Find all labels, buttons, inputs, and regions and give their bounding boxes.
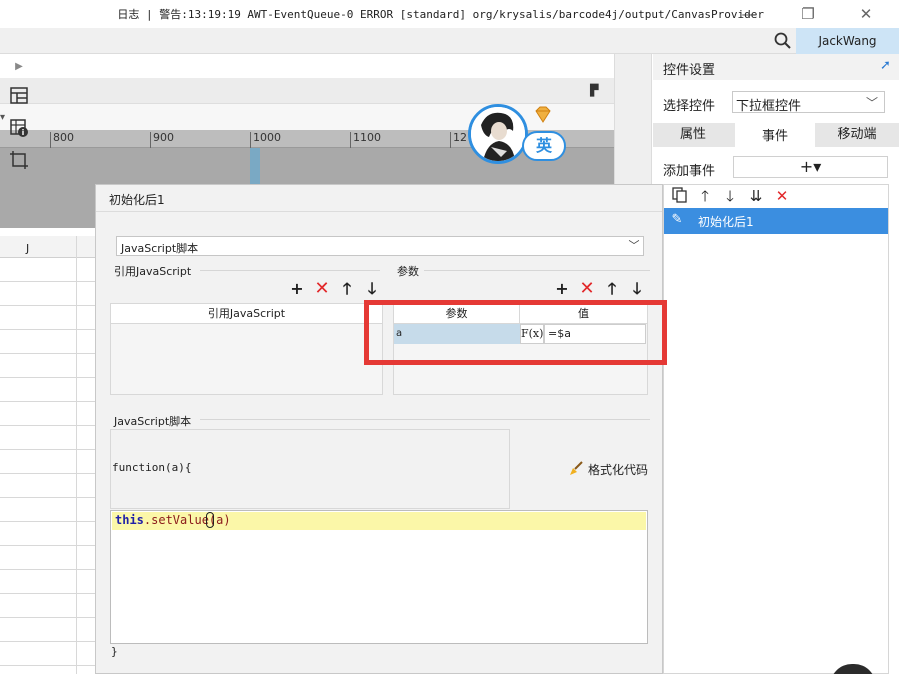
info-grid-icon[interactable] — [8, 117, 30, 139]
event-list — [663, 184, 889, 674]
divider — [96, 211, 662, 212]
grid-line — [0, 569, 100, 570]
search-icon[interactable] — [773, 31, 793, 51]
move-down-icon[interactable]: 🡓 — [363, 280, 381, 298]
log-bar — [0, 28, 899, 54]
widget-select-value: 下拉框控件 — [736, 99, 802, 114]
chevron-down-icon[interactable]: ﹀ — [625, 237, 643, 255]
grid-line — [0, 473, 100, 474]
panel-title: 控件设置 — [663, 63, 716, 78]
ruler-tick: 1000 — [250, 132, 281, 148]
broom-icon[interactable] — [568, 461, 584, 477]
avatar[interactable] — [468, 104, 528, 164]
grid-line — [0, 281, 100, 282]
divider — [424, 270, 650, 271]
move-down-icon[interactable]: 🡓 — [628, 280, 646, 298]
select-widget-label: 选择控件 — [663, 99, 716, 114]
divider — [200, 419, 650, 420]
grid-line — [0, 353, 100, 354]
code-rest: .setValue(a) — [143, 513, 231, 527]
event-item-label: 初始化后1 — [698, 215, 754, 229]
delete-icon[interactable]: ✕ — [313, 280, 331, 298]
table-layout-icon[interactable] — [8, 85, 30, 107]
code-keyword: this — [115, 513, 144, 527]
grid-line — [0, 305, 100, 306]
move-up-icon[interactable]: 🡑 — [695, 186, 715, 206]
copy-icon[interactable] — [670, 186, 690, 206]
ref-js-column-header: 引用JavaScript — [111, 304, 382, 324]
grid-line — [0, 521, 100, 522]
tool-strip — [0, 78, 614, 104]
script-section-label: JavaScript脚本 — [114, 415, 192, 428]
edit-icon[interactable]: ✎ — [668, 212, 686, 230]
restore-icon[interactable]: ❐ — [798, 4, 818, 24]
spreadsheet-grid[interactable] — [0, 236, 100, 674]
ruler-tick: 800 — [50, 132, 74, 148]
input-language-badge[interactable]: 英 — [522, 131, 566, 161]
grid-line — [0, 593, 100, 594]
function-signature: function(a){ — [112, 461, 192, 474]
user-name[interactable]: JackWang — [796, 28, 899, 54]
column-label: J — [26, 242, 30, 255]
ruler-tick: 12 — [450, 132, 467, 148]
grid-line — [0, 377, 100, 378]
script-type-value: JavaScript脚本 — [121, 242, 199, 255]
add-event-button[interactable]: +▾ — [733, 156, 888, 178]
add-icon[interactable]: + — [553, 280, 571, 298]
ref-js-section-label: 引用JavaScript — [114, 265, 192, 278]
grid-line — [0, 617, 100, 618]
add-event-label: 添加事件 — [663, 164, 716, 179]
selection-marker — [250, 148, 260, 184]
move-up-icon[interactable]: 🡑 — [603, 280, 621, 298]
divider — [200, 270, 380, 271]
grid-line — [0, 545, 100, 546]
diamond-icon — [533, 106, 553, 124]
tab-mobile[interactable]: 移动端 — [817, 123, 897, 147]
tab-events[interactable]: 事件 — [735, 123, 815, 147]
grid-line — [0, 329, 100, 330]
dropdown-arrow-icon[interactable]: ▾ — [0, 112, 5, 123]
grid-line — [0, 425, 100, 426]
pin-icon[interactable]: ➚ — [880, 58, 891, 73]
crop-icon[interactable] — [8, 149, 30, 171]
grid-line — [0, 449, 100, 450]
tab-strip — [0, 54, 614, 78]
column-header — [0, 236, 100, 258]
add-icon[interactable]: + — [288, 280, 306, 298]
format-code-button[interactable]: 格式化代码 — [588, 461, 648, 478]
highlight-box — [364, 300, 667, 365]
move-bottom-icon[interactable]: ⇊ — [746, 186, 766, 206]
delete-icon[interactable]: ✕ — [772, 186, 792, 206]
function-close: } — [111, 645, 118, 658]
move-up-icon[interactable]: 🡑 — [338, 280, 356, 298]
grid-line — [0, 401, 100, 402]
log-message: 日志 | 警告:13:19:19 AWT-EventQueue-0 ERROR … — [117, 8, 764, 21]
grid-line — [76, 236, 77, 674]
ruler-tick: 1100 — [350, 132, 381, 148]
grid-line — [0, 497, 100, 498]
chevron-down-icon[interactable]: ﹀ — [866, 94, 878, 111]
grid-line — [0, 641, 100, 642]
close-icon[interactable]: ✕ — [856, 4, 876, 24]
move-down-icon[interactable]: 🡓 — [720, 186, 740, 206]
text-cursor — [206, 512, 214, 528]
dialog-title: 初始化后1 — [109, 193, 165, 207]
ruler-tick: 900 — [150, 132, 174, 148]
delete-icon[interactable]: ✕ — [578, 280, 596, 298]
param-section-label: 参数 — [397, 265, 419, 278]
code-editor[interactable] — [110, 510, 648, 644]
grid-line — [0, 665, 100, 666]
collapse-arrow-icon[interactable]: ▶ — [8, 56, 30, 78]
expand-icon[interactable]: ▛ — [590, 84, 598, 97]
tab-properties[interactable]: 属性 — [653, 123, 733, 147]
